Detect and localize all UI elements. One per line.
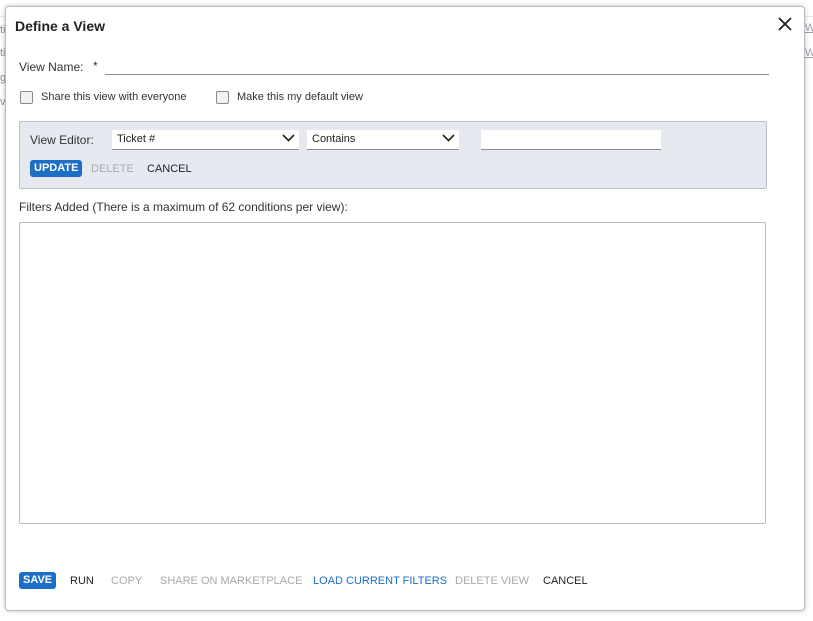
load-current-filters-button[interactable]: LOAD CURRENT FILTERS bbox=[313, 575, 447, 587]
filters-label: Filters Added (There is a maximum of 62 … bbox=[19, 200, 348, 214]
close-icon[interactable] bbox=[776, 15, 794, 33]
operator-select[interactable]: Contains bbox=[307, 130, 459, 150]
bg-link-fragment[interactable]: W bbox=[805, 47, 813, 59]
view-name-input[interactable] bbox=[105, 58, 769, 75]
share-marketplace-button[interactable]: SHARE ON MARKETPLACE bbox=[160, 575, 302, 587]
default-view-checkbox-label[interactable]: Make this my default view bbox=[237, 91, 363, 103]
share-checkbox[interactable] bbox=[20, 91, 33, 104]
delete-view-button[interactable]: DELETE VIEW bbox=[455, 575, 529, 587]
view-name-label: View Name: bbox=[19, 60, 84, 74]
filter-value-input[interactable] bbox=[481, 130, 661, 150]
update-button[interactable]: UPDATE bbox=[30, 160, 83, 177]
define-view-dialog: Define a View View Name: * Share this vi… bbox=[5, 6, 805, 611]
share-checkbox-label[interactable]: Share this view with everyone bbox=[41, 91, 187, 103]
required-marker: * bbox=[93, 59, 98, 73]
cancel-editor-button[interactable]: CANCEL bbox=[147, 163, 192, 175]
run-button[interactable]: RUN bbox=[70, 575, 94, 587]
field-select-value: Ticket # bbox=[117, 133, 156, 145]
chevron-down-icon bbox=[282, 134, 295, 142]
bg-link-fragment[interactable]: W bbox=[805, 22, 813, 34]
field-select[interactable]: Ticket # bbox=[112, 130, 299, 150]
delete-condition-button[interactable]: DELETE bbox=[91, 163, 134, 175]
dialog-title: Define a View bbox=[15, 18, 106, 34]
view-editor-label: View Editor: bbox=[30, 133, 94, 147]
copy-button[interactable]: COPY bbox=[111, 575, 142, 587]
default-view-checkbox[interactable] bbox=[216, 91, 229, 104]
view-editor-panel: View Editor: Ticket # Contains UPDATE DE… bbox=[19, 121, 767, 189]
cancel-button[interactable]: CANCEL bbox=[543, 575, 588, 587]
chevron-down-icon bbox=[442, 134, 455, 142]
filters-list[interactable] bbox=[19, 222, 766, 524]
operator-select-value: Contains bbox=[312, 133, 356, 145]
save-button[interactable]: SAVE bbox=[19, 572, 57, 589]
